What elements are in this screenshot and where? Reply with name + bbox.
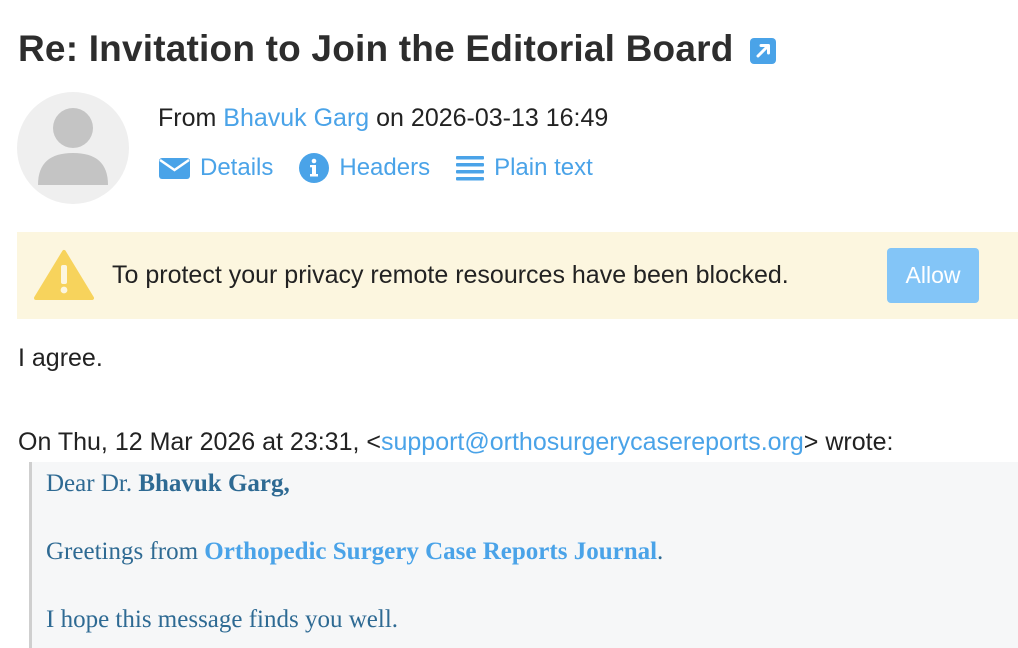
reply-text: I agree.: [18, 344, 103, 372]
quoted-sender-email-link[interactable]: support@orthosurgerycasereports.org: [381, 428, 804, 456]
quoted-message: Dear Dr. Bhavuk Garg, Greetings from Ort…: [29, 462, 1018, 648]
quote-attribution: On Thu, 12 Mar 2026 at 23:31, <support@o…: [18, 428, 893, 457]
date-prefix: on: [376, 104, 404, 132]
open-in-new-window-icon[interactable]: [749, 38, 776, 64]
user-silhouette-icon: [38, 108, 108, 185]
plain-text-button[interactable]: Plain text: [455, 154, 593, 182]
journal-name-link[interactable]: Orthopedic Surgery Case Reports Journal: [204, 538, 657, 565]
quoted-wellness-line: I hope this message finds you well.: [46, 606, 399, 633]
details-label: Details: [200, 154, 274, 181]
sender-name-link[interactable]: Bhavuk Garg: [223, 104, 369, 132]
avatar: [17, 92, 129, 204]
headers-button[interactable]: Headers: [298, 152, 430, 184]
from-label: From: [158, 104, 217, 132]
quoted-greetings-line: Greetings from Orthopedic Surgery Case R…: [46, 538, 663, 566]
message-view: Re: Invitation to Join the Editorial Boa…: [0, 0, 1018, 648]
quote-header-suffix: > wrote:: [803, 428, 894, 456]
greetings-suffix: .: [657, 538, 664, 565]
privacy-warning-text: To protect your privacy remote resources…: [112, 261, 789, 289]
info-icon: [299, 153, 330, 183]
lines-icon: [456, 156, 485, 181]
plain-text-label: Plain text: [494, 154, 593, 181]
greeting-prefix: Dear Dr.: [46, 470, 139, 497]
details-button[interactable]: Details: [158, 154, 273, 182]
allow-remote-resources-button[interactable]: Allow: [887, 248, 979, 303]
message-date: 2026-03-13 16:49: [410, 104, 609, 132]
envelope-icon: [159, 158, 190, 179]
privacy-warning-banner: To protect your privacy remote resources…: [17, 232, 1018, 319]
message-subject: Re: Invitation to Join the Editorial Boa…: [18, 28, 734, 69]
headers-label: Headers: [339, 154, 431, 181]
subject-row: Re: Invitation to Join the Editorial Boa…: [18, 28, 776, 70]
quoted-greeting: Dear Dr. Bhavuk Garg,: [46, 470, 290, 498]
warning-icon: [34, 250, 94, 300]
greetings-prefix: Greetings from: [46, 538, 205, 565]
quote-header-prefix: On Thu, 12 Mar 2026 at 23:31, <: [18, 428, 381, 456]
message-actions: Details Headers Plain text: [158, 152, 618, 184]
sender-line: From Bhavuk Garg on 2026-03-13 16:49: [158, 104, 608, 133]
greeting-name: Bhavuk Garg,: [138, 470, 290, 497]
